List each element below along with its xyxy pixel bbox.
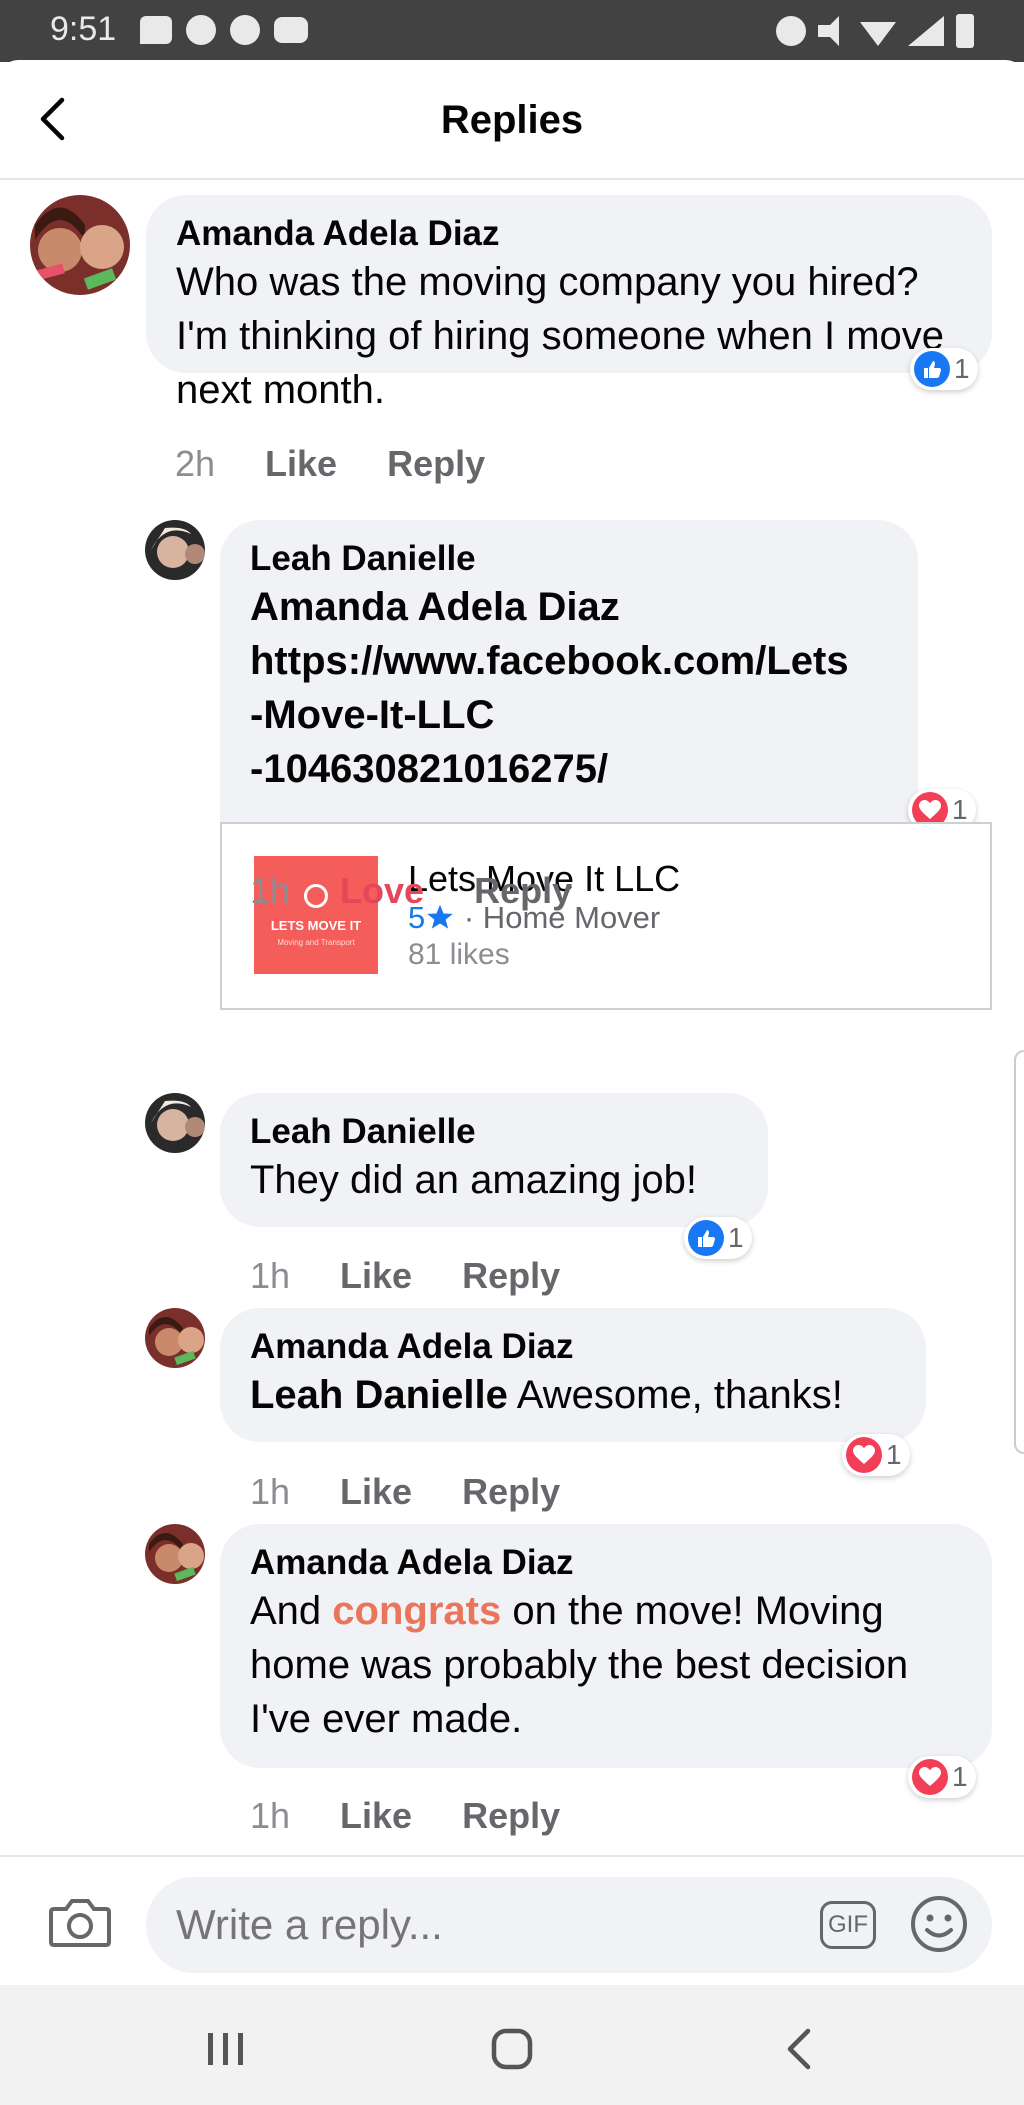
avatar[interactable] — [145, 1524, 205, 1584]
reaction-count: 1 — [886, 1439, 902, 1470]
comment-author[interactable]: Amanda Adela Diaz — [250, 1326, 896, 1368]
comment-text: Leah Danielle Awesome, thanks! — [250, 1368, 896, 1422]
message-icon — [140, 16, 172, 44]
like-button[interactable]: Like — [340, 1795, 412, 1837]
comment-time[interactable]: 1h — [250, 870, 290, 912]
comment-bubble[interactable]: Amanda Adela Diaz Leah Danielle Awesome,… — [220, 1308, 926, 1442]
reaction-summary[interactable]: 1 — [910, 348, 978, 390]
love-icon — [846, 1437, 882, 1473]
avatar[interactable] — [145, 1093, 205, 1153]
home-icon[interactable] — [482, 2019, 542, 2079]
url-line: -104630821016275/ — [250, 747, 609, 791]
recent-apps-icon[interactable] — [196, 2019, 256, 2079]
scroll-indicator[interactable] — [1014, 1050, 1024, 1454]
notification-icons — [140, 15, 308, 45]
mute-icon — [818, 16, 839, 46]
comment-author[interactable]: Amanda Adela Diaz — [176, 213, 962, 255]
comment-text: Who was the moving company you hired? I'… — [176, 260, 945, 412]
emoji-icon[interactable] — [910, 1895, 968, 1953]
comment-time[interactable]: 1h — [250, 1471, 290, 1513]
comment-text: They did an amazing job! — [250, 1158, 697, 1202]
reaction-count: 1 — [728, 1222, 744, 1253]
status-time: 9:51 — [50, 10, 117, 48]
reply-button[interactable]: Reply — [387, 443, 485, 485]
gif-button[interactable]: GIF — [820, 1901, 876, 1949]
love-button[interactable]: Love — [340, 870, 424, 912]
url-line: https://www.facebook.com/Lets — [250, 639, 849, 683]
wifi-icon — [860, 22, 896, 46]
comment-actions: 1h Like Reply — [250, 1255, 560, 1297]
like-icon — [688, 1220, 724, 1256]
reaction-summary[interactable]: 1 — [684, 1217, 752, 1259]
thumbnail-subtitle: Moving and Transport — [277, 938, 355, 947]
mention-link[interactable]: Amanda Adela Diaz — [250, 580, 888, 634]
reply-button[interactable]: Reply — [462, 1471, 560, 1513]
back-nav-icon[interactable] — [770, 2019, 830, 2079]
thumbnail-title: LETS MOVE IT — [270, 918, 362, 933]
comment-bubble[interactable]: Leah Danielle They did an amazing job! — [220, 1093, 768, 1227]
comment-body: Awesome, thanks! — [516, 1373, 843, 1417]
comment-time[interactable]: 2h — [175, 443, 215, 485]
link-preview-card[interactable]: LETS MOVE IT Moving and Transport Lets M… — [220, 822, 992, 1010]
reaction-count: 1 — [954, 353, 970, 384]
highlighted-word[interactable]: congrats — [332, 1589, 501, 1633]
page-likes: 81 likes — [408, 938, 510, 971]
page-title: Replies — [440, 98, 584, 142]
like-button[interactable]: Like — [340, 1255, 412, 1297]
reaction-summary[interactable]: 1 — [908, 1756, 976, 1798]
avatar[interactable] — [145, 520, 205, 580]
url-line: -Move-It-LLC — [250, 693, 495, 737]
like-icon — [914, 351, 950, 387]
reaction-count: 1 — [952, 1761, 968, 1792]
comment-text: And congrats on the move! Moving home wa… — [250, 1584, 962, 1746]
camera-icon[interactable] — [48, 1895, 112, 1949]
comment-text-start: And — [250, 1589, 322, 1633]
battery-icon — [956, 14, 974, 48]
status-bar: 9:51 — [0, 0, 1024, 62]
reply-composer: GIF — [0, 1855, 1024, 1985]
comment-actions: 1h Love Reply — [250, 870, 572, 912]
comment-author[interactable]: Amanda Adela Diaz — [250, 1542, 962, 1584]
system-icons — [776, 14, 974, 48]
reply-button[interactable]: Reply — [462, 1255, 560, 1297]
facebook-icon — [186, 15, 216, 45]
like-button[interactable]: Like — [265, 443, 337, 485]
comment-bubble[interactable]: Amanda Adela Diaz And congrats on the mo… — [220, 1524, 992, 1768]
alarm-icon — [776, 16, 806, 46]
comment-time[interactable]: 1h — [250, 1795, 290, 1837]
mention-link[interactable]: Leah Danielle — [250, 1373, 508, 1417]
comment-bubble[interactable]: Amanda Adela Diaz Who was the moving com… — [146, 195, 992, 412]
reply-button[interactable]: Reply — [462, 1795, 560, 1837]
reply-button[interactable]: Reply — [474, 870, 572, 912]
comment-actions: 2h Like Reply — [175, 443, 485, 485]
youtube-icon — [274, 17, 308, 43]
system-navigation-bar — [0, 1985, 1024, 2105]
comment-actions: 1h Like Reply — [250, 1795, 560, 1837]
facebook-icon — [230, 15, 260, 45]
replies-sheet: Replies Amanda Adela Diaz Who was the mo… — [0, 60, 1024, 2105]
comment-author[interactable]: Leah Danielle — [250, 1111, 738, 1153]
signal-icon — [908, 16, 944, 46]
comment-time[interactable]: 1h — [250, 1255, 290, 1297]
url-link[interactable]: https://www.facebook.com/Lets -Move-It-L… — [250, 634, 888, 796]
avatar[interactable] — [30, 195, 130, 295]
avatar[interactable] — [145, 1308, 205, 1368]
like-button[interactable]: Like — [340, 1471, 412, 1513]
comment-author[interactable]: Leah Danielle — [250, 538, 888, 580]
header: Replies — [0, 60, 1024, 180]
comment-actions: 1h Like Reply — [250, 1471, 560, 1513]
love-icon — [912, 1759, 948, 1795]
reaction-summary[interactable]: 1 — [842, 1434, 910, 1476]
